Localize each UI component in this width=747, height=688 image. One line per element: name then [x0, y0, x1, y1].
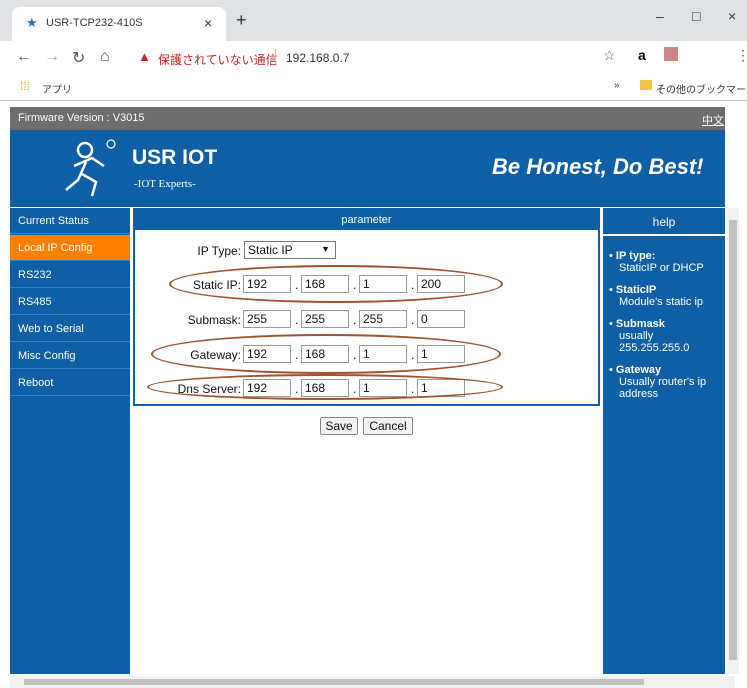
help-header: help: [603, 208, 725, 236]
sidebar-item-local-ip-config[interactable]: Local IP Config: [10, 235, 130, 261]
site-favicon-icon: ★: [26, 15, 38, 30]
sidebar-item-current-status[interactable]: Current Status: [10, 208, 130, 234]
firmware-bar: Firmware Version : V3015 中文: [10, 107, 725, 130]
ip-dot: .: [353, 313, 357, 327]
home-icon[interactable]: ⌂: [100, 48, 110, 66]
submask-octet-3[interactable]: 255: [359, 310, 407, 328]
help-item-static-ip: • StaticIP Module's static ip: [609, 284, 704, 308]
bookmarks-bar: ⁞⁞⁞ アプリ » その他のブックマーク: [0, 75, 747, 101]
warning-triangle-icon: ▲: [138, 49, 151, 64]
pdf-extension-icon[interactable]: [664, 47, 678, 61]
address-bar[interactable]: ▲ 保護されていない通信 192.168.0.7: [128, 46, 598, 70]
address-divider: [275, 49, 276, 64]
tab-title: USR-TCP232-410S: [46, 17, 143, 29]
folder-icon: [640, 80, 652, 90]
browser-toolbar: ← → ↻ ⌂ ▲ 保護されていない通信 192.168.0.7 ☆ a ⋮: [0, 41, 747, 75]
sidebar-item-misc-config[interactable]: Misc Config: [10, 343, 130, 369]
forward-arrow-icon[interactable]: →: [44, 48, 60, 66]
help-item-ip-type: • IP type: StaticIP or DHCP: [609, 250, 704, 274]
ip-dot: .: [411, 313, 415, 327]
apps-grid-icon[interactable]: ⁞⁞⁞: [20, 79, 30, 93]
scrollbar-thumb[interactable]: [729, 220, 737, 660]
submask-octet-4[interactable]: 0: [417, 310, 465, 328]
brand-title: USR IOT: [132, 146, 218, 169]
ip-type-label: IP Type:: [197, 244, 241, 258]
highlight-ellipse-dns: [147, 374, 503, 400]
usr-logo-icon: [65, 139, 116, 197]
reload-icon[interactable]: ↻: [72, 48, 85, 68]
highlight-ellipse-static-ip: [169, 265, 503, 303]
amazon-extension-icon[interactable]: a: [638, 47, 646, 63]
vertical-scrollbar[interactable]: [727, 208, 739, 674]
ip-dot: .: [295, 313, 299, 327]
parameter-header: parameter: [135, 210, 598, 230]
ip-type-select[interactable]: Static IP ▼: [244, 241, 336, 259]
browser-tab[interactable]: ★ USR-TCP232-410S ×: [12, 7, 226, 41]
cancel-button[interactable]: Cancel: [363, 417, 413, 435]
chevron-down-icon: ▼: [321, 244, 330, 254]
ip-type-value: Static IP: [248, 243, 293, 257]
brand-subtitle: -IOT Experts-: [134, 178, 196, 190]
parameter-panel: parameter IP Type: Static IP ▼ Static IP…: [133, 208, 600, 406]
submask-octet-2[interactable]: 255: [301, 310, 349, 328]
highlight-ellipse-gateway: [151, 334, 501, 374]
maximize-button[interactable]: □: [692, 8, 700, 24]
more-bookmarks-icon[interactable]: »: [614, 80, 620, 91]
hscrollbar-thumb[interactable]: [24, 679, 644, 685]
help-item-gateway: • Gateway Usually router's ip address: [609, 364, 707, 400]
minimize-button[interactable]: –: [656, 8, 664, 24]
sidebar-item-rs232[interactable]: RS232: [10, 262, 130, 288]
menu-kebab-icon[interactable]: ⋮: [736, 47, 747, 64]
sidebar-item-web-to-serial[interactable]: Web to Serial: [10, 316, 130, 342]
sidebar: Current Status Local IP Config RS232 RS4…: [10, 208, 130, 674]
language-link[interactable]: 中文: [702, 112, 724, 128]
sidebar-item-reboot[interactable]: Reboot: [10, 370, 130, 396]
new-tab-button[interactable]: +: [236, 10, 247, 31]
help-item-submask: • Submask usually 255.255.255.0: [609, 318, 690, 354]
horizontal-scrollbar[interactable]: [10, 676, 735, 688]
apps-label[interactable]: アプリ: [42, 81, 72, 96]
submask-label: Submask:: [187, 313, 241, 327]
header-banner: USR IOT -IOT Experts- Be Honest, Do Best…: [10, 130, 725, 207]
bookmark-star-icon[interactable]: ☆: [603, 47, 616, 64]
url-text: 192.168.0.7: [286, 51, 350, 65]
submask-octet-1[interactable]: 255: [243, 310, 291, 328]
save-button[interactable]: Save: [320, 417, 358, 435]
tab-close-icon[interactable]: ×: [204, 15, 212, 31]
help-panel: help • IP type: StaticIP or DHCP • Static…: [603, 208, 725, 674]
firmware-version: Firmware Version : V3015: [18, 112, 145, 124]
sidebar-item-rs485[interactable]: RS485: [10, 289, 130, 315]
tab-strip: ★ USR-TCP232-410S × + – □ ×: [0, 0, 747, 41]
other-bookmarks[interactable]: その他のブックマーク: [656, 81, 747, 96]
window-close-button[interactable]: ×: [728, 8, 736, 24]
security-label: 保護されていない通信: [158, 53, 278, 67]
slogan: Be Honest, Do Best!: [492, 154, 704, 179]
back-arrow-icon[interactable]: ←: [16, 48, 32, 66]
